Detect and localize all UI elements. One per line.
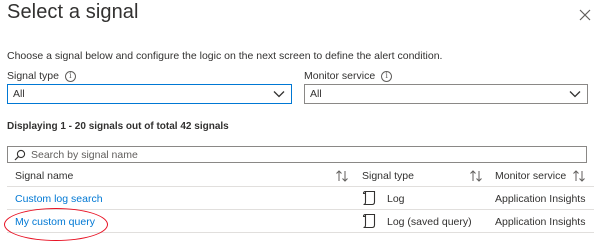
signal-type-dropdown[interactable]: All xyxy=(7,84,292,104)
monitor-service-dropdown[interactable]: All xyxy=(304,84,588,104)
sort-icon[interactable] xyxy=(335,170,349,182)
table-header: Signal name Signal type Monitor service xyxy=(7,167,594,187)
column-header-signal-name[interactable]: Signal name xyxy=(15,170,73,182)
info-icon[interactable]: i xyxy=(64,70,76,82)
signal-type-cell: Log xyxy=(387,193,405,205)
sort-icon[interactable] xyxy=(572,170,586,182)
chevron-down-icon xyxy=(569,91,581,98)
chevron-down-icon xyxy=(273,91,285,98)
info-icon[interactable]: i xyxy=(381,70,393,82)
annotation-circle xyxy=(4,208,108,241)
close-button[interactable] xyxy=(578,8,592,22)
signal-type-cell: Log (saved query) xyxy=(387,216,472,228)
log-icon xyxy=(362,190,376,206)
column-header-signal-type[interactable]: Signal type xyxy=(362,170,414,182)
sort-icon[interactable] xyxy=(469,170,483,182)
signal-name-link[interactable]: Custom log search xyxy=(15,193,103,205)
monitor-service-label-text: Monitor service xyxy=(304,70,376,82)
monitor-service-cell: Application Insights xyxy=(495,193,586,205)
dialog-description: Choose a signal below and configure the … xyxy=(7,50,443,62)
signal-type-value: All xyxy=(13,88,25,100)
results-summary: Displaying 1 - 20 signals out of total 4… xyxy=(7,121,229,132)
monitor-service-value: All xyxy=(310,88,322,100)
signal-type-label-text: Signal type xyxy=(7,70,59,82)
log-icon xyxy=(362,213,376,229)
search-placeholder: Search by signal name xyxy=(31,148,138,161)
column-header-monitor-service[interactable]: Monitor service xyxy=(495,170,566,182)
table-row[interactable]: Custom log search Log Application Insigh… xyxy=(7,188,594,210)
close-icon xyxy=(579,9,591,21)
search-icon xyxy=(14,149,26,160)
signal-type-label: Signal type i xyxy=(7,70,76,82)
monitor-service-cell: Application Insights xyxy=(495,216,586,228)
search-input[interactable]: Search by signal name xyxy=(7,146,587,163)
monitor-service-label: Monitor service i xyxy=(304,70,393,82)
dialog-title: Select a signal xyxy=(7,1,139,23)
